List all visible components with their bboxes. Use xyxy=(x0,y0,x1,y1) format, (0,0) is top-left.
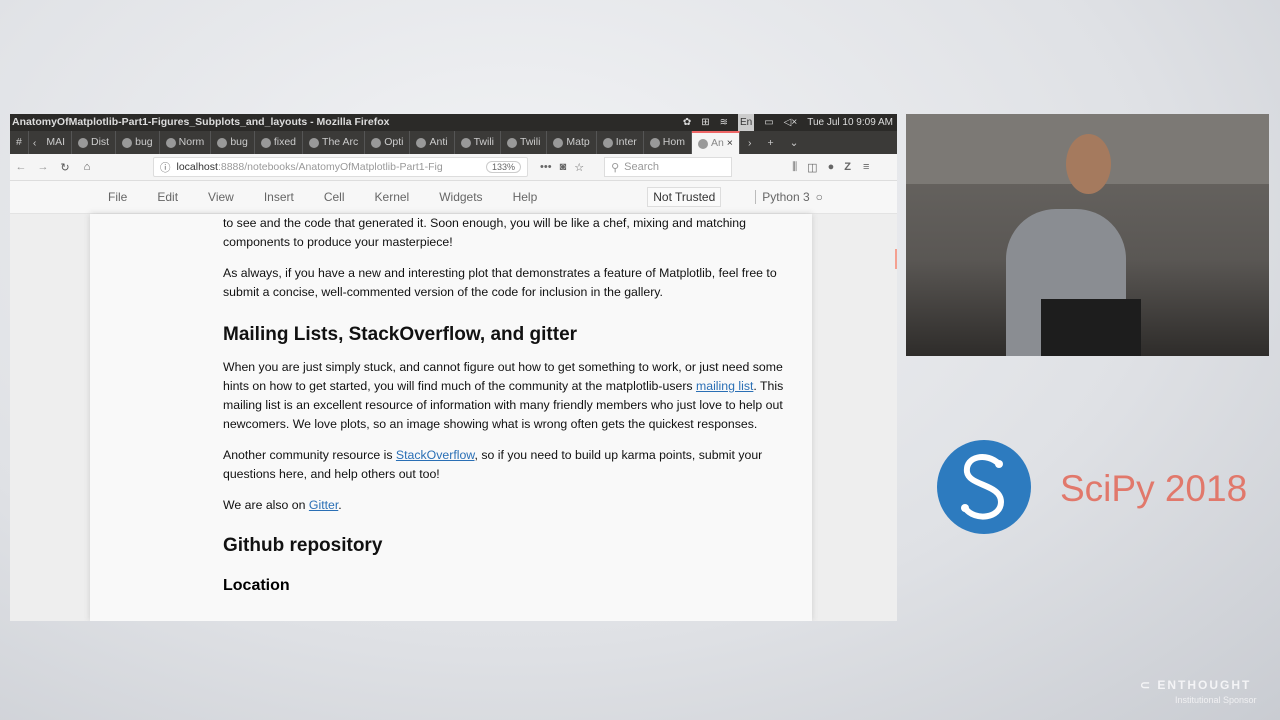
reload-icon[interactable]: ↻ xyxy=(54,161,76,174)
favicon-icon xyxy=(602,137,613,148)
favicon-icon xyxy=(260,137,271,148)
search-icon: ⚲ xyxy=(611,161,620,174)
sponsor-logo: ⊂ ENTHOUGHT xyxy=(1140,678,1252,692)
dropbox-icon[interactable]: ✿ xyxy=(683,114,691,131)
scipy-logo xyxy=(937,440,1031,534)
browser-tab[interactable]: Dist xyxy=(72,131,117,154)
title-bar: AnatomyOfMatplotlib-Part1-Figures_Subplo… xyxy=(10,114,897,131)
search-input[interactable]: ⚲ Search xyxy=(604,157,733,177)
clock[interactable]: Tue Jul 10 9:09 AM xyxy=(807,114,893,131)
speaker-video xyxy=(906,114,1269,356)
extension-icon[interactable]: ● xyxy=(828,161,835,173)
hamburger-menu-icon[interactable]: ≡ xyxy=(863,161,869,173)
browser-tab[interactable]: The Arc xyxy=(303,131,366,154)
library-icon[interactable]: ⫼ xyxy=(792,161,797,174)
not-trusted-badge[interactable]: Not Trusted xyxy=(647,187,722,207)
sidebar-icon[interactable]: ◫ xyxy=(807,161,817,174)
menu-widgets[interactable]: Widgets xyxy=(439,190,482,204)
paragraph: As always, if you have a new and interes… xyxy=(223,266,777,299)
browser-tab[interactable]: Anti xyxy=(410,131,455,154)
conference-title: SciPy 2018 xyxy=(1060,468,1248,509)
browser-tab[interactable]: Twili xyxy=(501,131,548,154)
url-text: localhost:8888/notebooks/AnatomyOfMatplo… xyxy=(176,161,443,173)
browser-tab[interactable]: Norm xyxy=(160,131,212,154)
browser-tab[interactable]: MAI xyxy=(40,131,73,154)
browser-tab[interactable]: # xyxy=(10,131,29,154)
tab-list-icon[interactable]: ⌄ xyxy=(782,137,807,149)
menu-help[interactable]: Help xyxy=(513,190,538,204)
bookmark-star-icon[interactable]: ☆ xyxy=(574,161,584,174)
favicon-icon xyxy=(460,137,471,148)
menu-edit[interactable]: Edit xyxy=(157,190,178,204)
battery-icon[interactable]: ▭ xyxy=(764,114,773,131)
paragraph: We are also on Gitter. xyxy=(223,498,342,512)
browser-tab[interactable]: bug xyxy=(116,131,160,154)
jupyter-menubar: File Edit View Insert Cell Kernel Widgets Help … xyxy=(10,181,897,214)
paragraph: When you are just simply stuck, and cann… xyxy=(223,360,784,431)
browser-tab[interactable]: fixed xyxy=(255,131,304,154)
info-icon[interactable]: ⓘ xyxy=(160,160,171,175)
pocket-icon[interactable]: ◙ xyxy=(560,161,567,173)
tab-bar: # ‹ MAI Dist bug Norm bug fixed The Arc Opti Anti T… xyxy=(10,131,897,154)
home-icon[interactable]: ⌂ xyxy=(76,161,98,173)
scroll-tabs-left-icon[interactable]: ‹ xyxy=(29,137,41,149)
mailing-list-link[interactable]: mailing list xyxy=(696,379,753,393)
speaker-head xyxy=(1066,134,1111,194)
favicon-icon xyxy=(122,137,133,148)
firefox-window: AnatomyOfMatplotlib-Part1-Figures_Subplo… xyxy=(10,114,897,621)
heading-github: Github repository xyxy=(223,535,383,556)
language-indicator[interactable]: En xyxy=(737,114,755,131)
favicon-icon xyxy=(165,137,176,148)
stackoverflow-link[interactable]: StackOverflow xyxy=(396,448,475,462)
scroll-tabs-right-icon[interactable]: › xyxy=(740,137,760,149)
volume-icon[interactable]: ◁× xyxy=(784,114,798,131)
zoom-level[interactable]: 133% xyxy=(485,161,521,173)
favicon-icon xyxy=(649,137,660,148)
wifi-icon[interactable]: ≋ xyxy=(720,114,728,131)
browser-tab[interactable]: Hom xyxy=(644,131,692,154)
scroll-marker[interactable] xyxy=(895,249,897,269)
more-icon[interactable]: ••• xyxy=(540,161,552,173)
favicon-icon xyxy=(371,137,382,148)
menu-kernel[interactable]: Kernel xyxy=(375,190,410,204)
notebook-cell: to see and the code that generated it. S… xyxy=(90,214,812,621)
forward-icon[interactable]: → xyxy=(32,161,54,173)
browser-tab[interactable]: Inter xyxy=(597,131,644,154)
kernel-indicator: Python 3 ○ xyxy=(755,190,823,204)
kernel-idle-icon: ○ xyxy=(815,190,823,204)
window-title: AnatomyOfMatplotlib-Part1-Figures_Subplo… xyxy=(12,116,390,128)
heading-mailing-lists: Mailing Lists, StackOverflow, and gitter xyxy=(223,324,578,345)
browser-tab[interactable]: Opti xyxy=(365,131,411,154)
favicon-icon xyxy=(78,137,89,148)
nav-toolbar: ← → ↻ ⌂ ⓘ localhost:8888/notebooks/Anato… xyxy=(10,154,897,181)
laptop xyxy=(1041,299,1141,356)
close-tab-icon[interactable]: × xyxy=(727,133,733,154)
back-icon[interactable]: ← xyxy=(10,161,32,173)
menu-view[interactable]: View xyxy=(208,190,234,204)
paragraph: Another community resource is StackOverf… xyxy=(223,448,763,481)
browser-tab[interactable]: bug xyxy=(211,131,255,154)
favicon-icon xyxy=(697,138,708,149)
browser-tab[interactable]: Matp xyxy=(547,131,597,154)
heading-location: Location xyxy=(223,577,290,594)
url-bar[interactable]: ⓘ localhost:8888/notebooks/AnatomyOfMatp… xyxy=(153,157,528,177)
favicon-icon xyxy=(309,137,320,148)
menu-file[interactable]: File xyxy=(108,190,127,204)
sponsor-caption: Institutional Sponsor xyxy=(1175,695,1257,705)
notebook-area: to see and the code that generated it. S… xyxy=(10,214,897,621)
favicon-icon xyxy=(507,137,517,148)
browser-tab[interactable]: An × xyxy=(691,131,740,154)
menu-insert[interactable]: Insert xyxy=(264,190,294,204)
menu-cell[interactable]: Cell xyxy=(324,190,345,204)
zotero-icon[interactable]: Z xyxy=(844,161,851,173)
favicon-icon xyxy=(416,137,427,148)
browser-tab[interactable]: Twili xyxy=(455,131,501,154)
new-tab-icon[interactable]: + xyxy=(759,137,781,149)
gitter-link[interactable]: Gitter xyxy=(309,498,338,512)
favicon-icon xyxy=(217,137,228,148)
favicon-icon xyxy=(553,137,564,148)
paragraph: to see and the code that generated it. S… xyxy=(223,216,746,249)
workspaces-icon[interactable]: ⊞ xyxy=(701,114,709,131)
system-tray: ✿ ⊞ ≋ En ▭ ◁× Tue Jul 10 9:09 AM xyxy=(683,114,893,131)
